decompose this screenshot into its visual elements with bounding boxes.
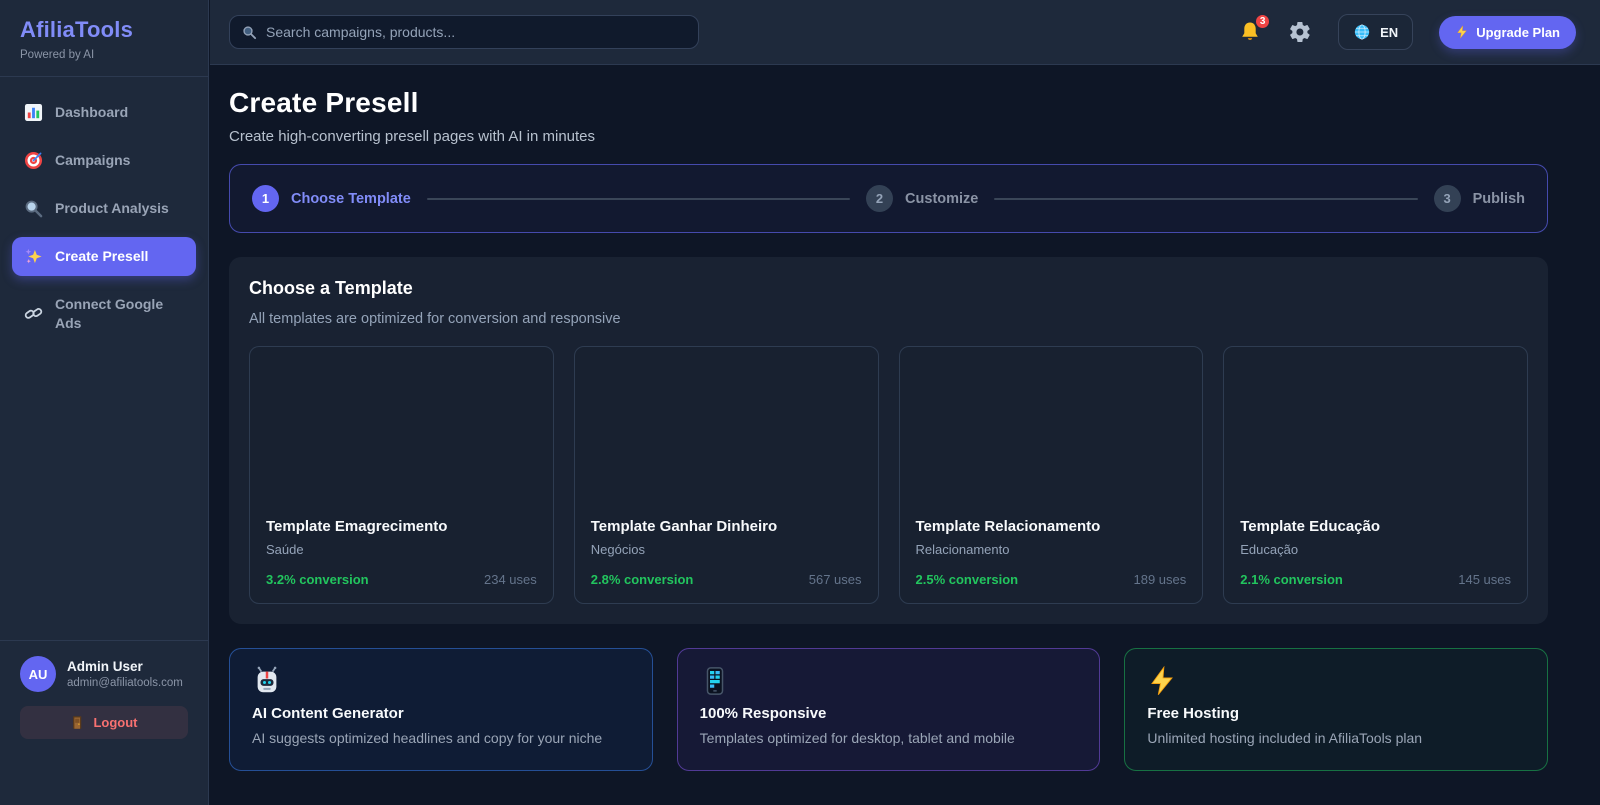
template-card-educacao[interactable]: Template Educação Educação 2.1% conversi… bbox=[1223, 346, 1528, 604]
uses-count: 145 uses bbox=[1458, 572, 1511, 587]
feature-ai-content-generator: AI Content Generator AI suggests optimiz… bbox=[229, 648, 653, 771]
bolt-icon bbox=[1147, 665, 1177, 696]
template-footer: 2.8% conversion 567 uses bbox=[591, 572, 862, 587]
feature-title: Free Hosting bbox=[1147, 705, 1240, 722]
search-icon bbox=[243, 25, 257, 39]
logout-label: Logout bbox=[93, 715, 138, 730]
robot-icon bbox=[252, 666, 282, 696]
template-title: Template Educação bbox=[1240, 518, 1381, 535]
template-card-ganhar-dinheiro[interactable]: Template Ganhar Dinheiro Negócios 2.8% c… bbox=[573, 346, 879, 604]
sidebar-item-product-analysis[interactable]: Product Analysis bbox=[12, 189, 196, 228]
notifications-button[interactable]: 3 bbox=[1238, 13, 1272, 44]
sidebar-item-label: Dashboard bbox=[55, 104, 129, 121]
panel-subheading: All templates are optimized for conversi… bbox=[249, 311, 621, 327]
page-subtitle: Create high-converting presell pages wit… bbox=[229, 128, 596, 145]
main-content: Create Presell Create high-converting pr… bbox=[210, 65, 1600, 805]
language-selector[interactable]: EN bbox=[1338, 14, 1414, 50]
feature-free-hosting: Free Hosting Unlimited hosting included … bbox=[1124, 648, 1548, 771]
template-panel: Choose a Template All templates are opti… bbox=[229, 257, 1548, 624]
globe-icon bbox=[1355, 24, 1370, 40]
step-publish[interactable]: 3 Publish bbox=[1433, 185, 1526, 212]
step-label: Publish bbox=[1472, 190, 1526, 207]
link-icon bbox=[24, 304, 43, 323]
avatar: AU bbox=[20, 656, 56, 692]
topbar: 3 EN Upgrade Plan bbox=[210, 0, 1600, 65]
door-icon bbox=[73, 716, 82, 729]
step-choose-template[interactable]: 1 Choose Template bbox=[252, 185, 411, 212]
topbar-actions: 3 EN Upgrade Plan bbox=[1238, 13, 1576, 50]
feature-responsive: 100% Responsive Templates optimized for … bbox=[676, 648, 1101, 771]
search-input[interactable] bbox=[266, 24, 686, 40]
step-connector bbox=[426, 197, 851, 200]
template-category: Saúde bbox=[266, 542, 304, 557]
template-card-relacionamento[interactable]: Template Relacionamento Relacionamento 2… bbox=[898, 346, 1204, 604]
magnifier-icon bbox=[24, 199, 43, 218]
feature-description: Unlimited hosting included in AfiliaTool… bbox=[1147, 730, 1423, 746]
conversion-rate: 3.2% conversion bbox=[266, 572, 369, 587]
template-footer: 2.5% conversion 189 uses bbox=[916, 572, 1187, 587]
sidebar-item-create-presell[interactable]: Create Presell bbox=[12, 237, 196, 276]
feature-title: 100% Responsive bbox=[699, 705, 827, 722]
logout-button[interactable]: Logout bbox=[20, 706, 188, 739]
feature-cards: AI Content Generator AI suggests optimiz… bbox=[229, 648, 1548, 771]
upgrade-plan-button[interactable]: Upgrade Plan bbox=[1439, 15, 1576, 49]
phone-icon bbox=[700, 666, 730, 696]
step-number: 3 bbox=[1433, 185, 1461, 212]
feature-description: AI suggests optimized headlines and copy… bbox=[252, 730, 603, 746]
page-title: Create Presell bbox=[229, 87, 419, 118]
user-email: admin@afiliatools.com bbox=[67, 677, 183, 689]
sidebar-item-label: Product Analysis bbox=[55, 200, 169, 217]
panel-heading: Choose a Template bbox=[249, 278, 413, 298]
template-title: Template Ganhar Dinheiro bbox=[590, 518, 778, 535]
step-connector bbox=[994, 197, 1418, 200]
user-block: AU Admin User admin@afiliatools.com Logo… bbox=[0, 640, 208, 739]
template-grid: Template Emagrecimento Saúde 3.2% conver… bbox=[249, 346, 1528, 604]
search-bar bbox=[229, 15, 699, 49]
logo-block: AfiliaTools Powered by AI bbox=[0, 0, 208, 77]
user-name: Admin User bbox=[67, 659, 143, 674]
uses-count: 234 uses bbox=[483, 572, 537, 587]
user-row: AU Admin User admin@afiliatools.com bbox=[12, 656, 196, 692]
sidebar-item-campaigns[interactable]: Campaigns bbox=[12, 141, 196, 180]
template-category: Negócios bbox=[590, 542, 645, 557]
uses-count: 189 uses bbox=[1133, 572, 1187, 587]
sidebar-item-label: Connect Google Ads bbox=[55, 296, 164, 331]
sidebar-item-connect-google-ads[interactable]: Connect Google Ads bbox=[12, 285, 196, 343]
uses-count: 567 uses bbox=[808, 572, 862, 587]
template-card-emagrecimento[interactable]: Template Emagrecimento Saúde 3.2% conver… bbox=[249, 346, 554, 604]
template-category: Relacionamento bbox=[915, 542, 1010, 557]
brand-tagline: Powered by AI bbox=[20, 49, 95, 61]
conversion-rate: 2.5% conversion bbox=[915, 572, 1019, 587]
sidebar: AfiliaTools Powered by AI Dashboard Camp… bbox=[0, 0, 209, 805]
language-label: EN bbox=[1380, 24, 1399, 40]
conversion-rate: 2.8% conversion bbox=[590, 572, 694, 587]
brand-logo: AfiliaTools bbox=[20, 17, 134, 42]
step-number: 2 bbox=[866, 185, 894, 212]
notification-badge: 3 bbox=[1254, 13, 1272, 30]
gear-icon bbox=[1290, 21, 1310, 43]
stepper: 1 Choose Template 2 Customize 3 Publish bbox=[229, 164, 1548, 233]
step-label: Customize bbox=[905, 190, 979, 207]
step-customize[interactable]: 2 Customize bbox=[866, 185, 978, 212]
template-title: Template Emagrecimento bbox=[266, 518, 448, 535]
template-title: Template Relacionamento bbox=[915, 518, 1101, 535]
bolt-icon bbox=[1457, 25, 1467, 39]
feature-title: AI Content Generator bbox=[252, 705, 404, 722]
step-number: 1 bbox=[252, 185, 279, 212]
sidebar-item-label: Campaigns bbox=[55, 152, 131, 169]
bar-chart-icon bbox=[24, 103, 43, 122]
sidebar-item-label: Create Presell bbox=[55, 248, 149, 265]
target-icon bbox=[24, 151, 43, 170]
conversion-rate: 2.1% conversion bbox=[1240, 572, 1343, 587]
step-label: Choose Template bbox=[291, 190, 411, 207]
feature-description: Templates optimized for desktop, tablet … bbox=[699, 730, 1015, 746]
sidebar-nav: Dashboard Campaigns Product Analysis Cre… bbox=[0, 77, 208, 352]
template-category: Educação bbox=[1240, 542, 1299, 557]
template-footer: 3.2% conversion 234 uses bbox=[266, 572, 537, 587]
upgrade-label: Upgrade Plan bbox=[1476, 24, 1560, 40]
settings-button[interactable] bbox=[1288, 20, 1312, 44]
sparkles-icon bbox=[24, 247, 43, 266]
template-footer: 2.1% conversion 145 uses bbox=[1240, 572, 1511, 587]
sidebar-item-dashboard[interactable]: Dashboard bbox=[12, 93, 196, 132]
